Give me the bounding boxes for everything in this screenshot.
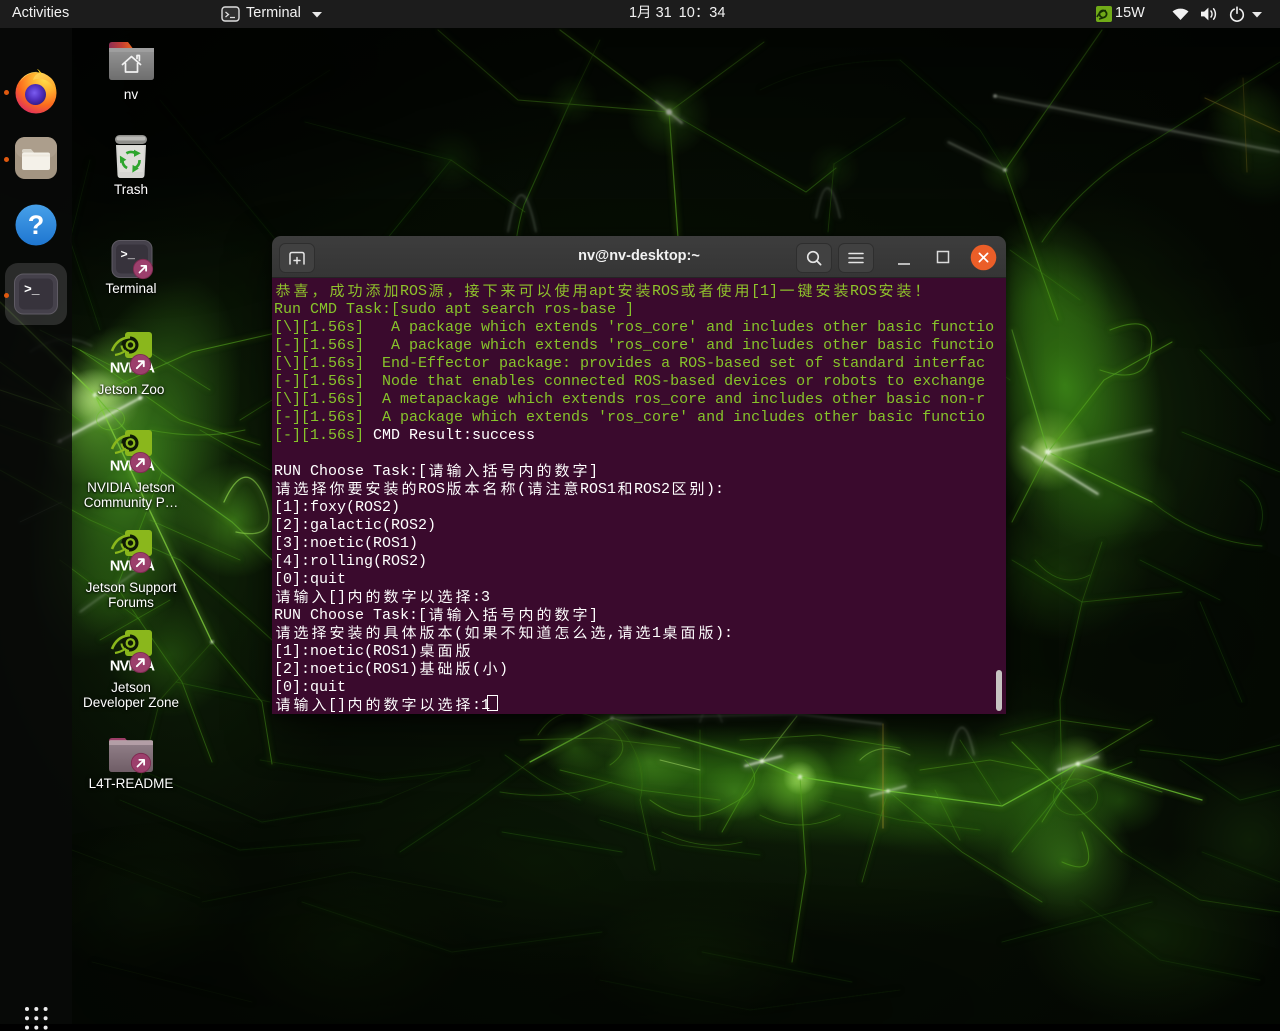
svg-text:>_: >_	[24, 282, 40, 297]
svg-text:?: ?	[28, 210, 45, 240]
